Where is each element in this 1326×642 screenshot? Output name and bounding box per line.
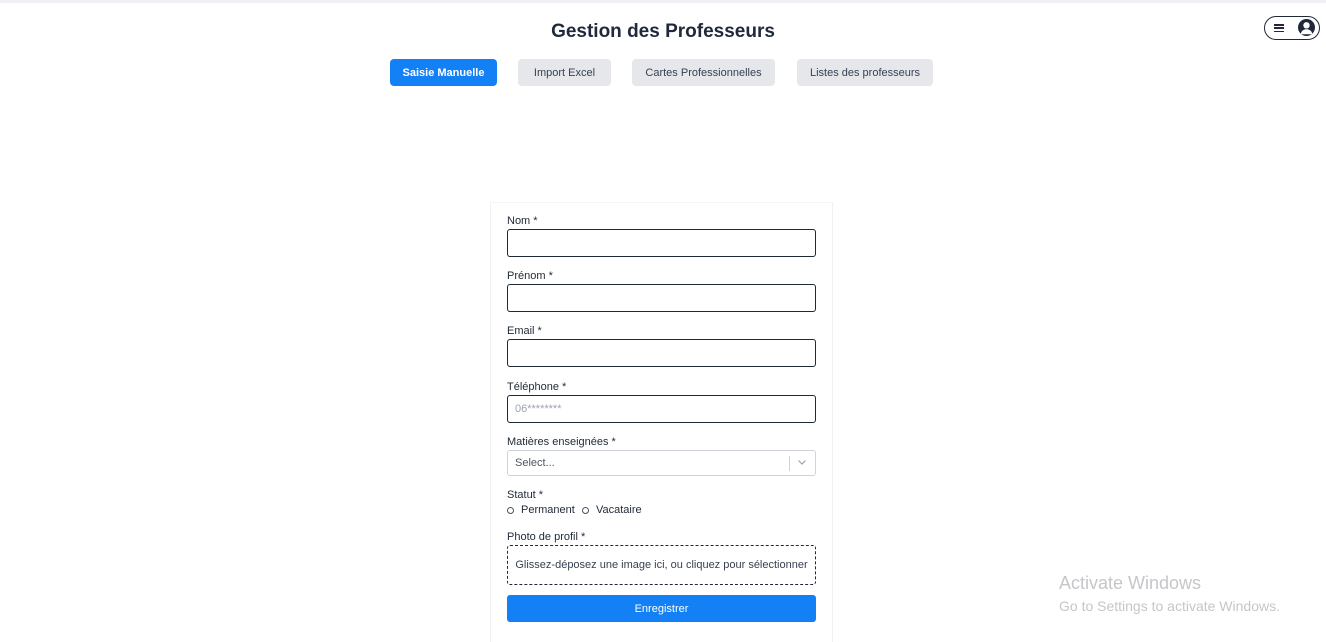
page-title: Gestion des Professeurs [551, 21, 775, 42]
hamburger-icon [1274, 24, 1284, 33]
photo-label: Photo de profil * [507, 531, 586, 543]
user-avatar-icon [1298, 19, 1315, 36]
windows-activation-title: Activate Windows [1059, 573, 1202, 593]
nom-input[interactable] [507, 229, 816, 257]
radio-vacataire[interactable]: Vacataire [582, 504, 642, 516]
photo-dropzone[interactable]: Glissez-déposez une image ici, ou clique… [507, 545, 816, 585]
matieres-select-placeholder: Select... [515, 457, 555, 469]
radio-vacataire-label: Vacataire [596, 504, 642, 516]
statut-label: Statut * [507, 489, 544, 501]
telephone-input[interactable] [507, 395, 816, 423]
save-button[interactable]: Enregistrer [507, 595, 816, 622]
prenom-label: Prénom * [507, 270, 553, 282]
radio-permanent[interactable]: Permanent [507, 504, 575, 516]
radio-circle-icon[interactable] [582, 506, 589, 514]
user-menu-button[interactable] [1264, 16, 1320, 40]
prenom-input[interactable] [507, 284, 816, 312]
tab-saisie-manuelle[interactable]: Saisie Manuelle [390, 59, 497, 86]
tab-import-excel[interactable]: Import Excel [518, 59, 611, 86]
telephone-label: Téléphone * [507, 381, 567, 393]
email-input[interactable] [507, 339, 816, 367]
select-separator [789, 456, 790, 471]
email-label: Email * [507, 325, 542, 337]
chevron-down-icon [798, 460, 806, 465]
tab-listes-professeurs[interactable]: Listes des professeurs [797, 59, 933, 86]
top-border [0, 0, 1326, 3]
matieres-select[interactable]: Select... [507, 450, 816, 476]
windows-activation-subtitle: Go to Settings to activate Windows. [1059, 598, 1280, 614]
radio-permanent-label: Permanent [521, 504, 575, 516]
tab-cartes-professionnelles[interactable]: Cartes Professionnelles [632, 59, 775, 86]
nom-label: Nom * [507, 215, 538, 227]
matieres-label: Matières enseignées * [507, 436, 616, 448]
radio-circle-icon[interactable] [507, 506, 514, 514]
